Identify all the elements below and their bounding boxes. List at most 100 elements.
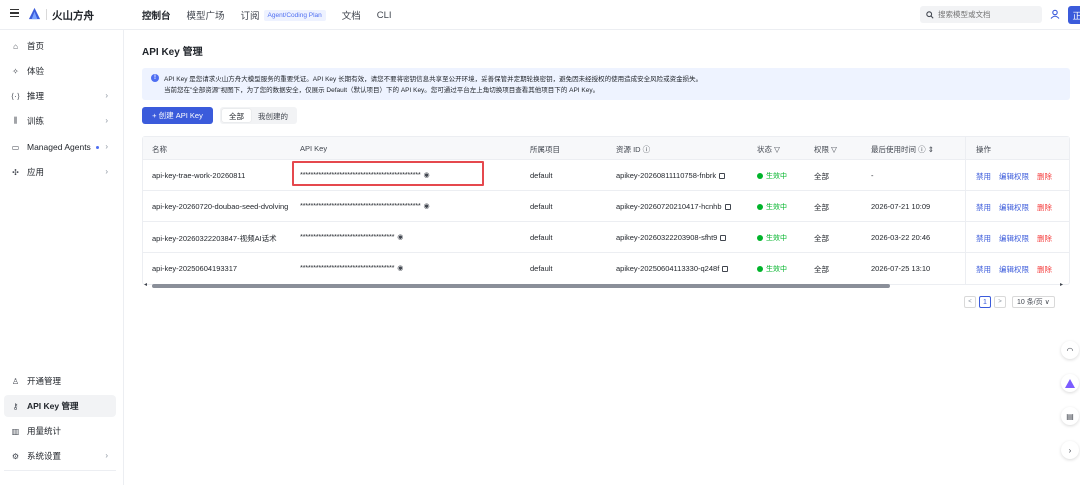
- user-switch-icon[interactable]: [1050, 9, 1060, 19]
- sidebar-item-usage[interactable]: ▥ 用量统计: [4, 420, 116, 442]
- col-permission[interactable]: 权限 ▽: [814, 144, 837, 155]
- page-title: API Key 管理: [142, 47, 203, 58]
- sidebar-item-activation[interactable]: ♙ 开通管理: [4, 370, 116, 392]
- row-permission: 全部: [814, 172, 829, 181]
- delete-button[interactable]: 删除: [1037, 172, 1052, 181]
- top-bar: 火山方舟 控制台 模型广场 订阅 Agent/Coding Plan 文档 CLI…: [0, 0, 1080, 30]
- disable-button[interactable]: 禁用: [976, 234, 991, 243]
- row-project: default: [530, 233, 553, 242]
- row-operations: 禁用 编辑权限 删除: [976, 233, 1060, 244]
- user-icon: ♙: [11, 376, 20, 386]
- eye-icon[interactable]: ◉: [423, 171, 429, 179]
- eye-icon[interactable]: ◉: [423, 202, 429, 210]
- table-row: api-key-20250604193317 *****************…: [143, 253, 1069, 284]
- row-last-used: -: [871, 171, 874, 180]
- chevron-right-icon: ›: [105, 142, 108, 151]
- status-check-icon: [757, 266, 763, 273]
- col-resource-id: 资源 ID ⓘ: [616, 145, 651, 154]
- nav-item-subscription[interactable]: 订阅 Agent/Coding Plan: [241, 8, 326, 22]
- notice-banner: ! API Key 是您请求火山方舟大模型服务的重要凭证。API Key 长期有…: [142, 68, 1070, 100]
- nav-item-model-square[interactable]: 模型广场: [187, 8, 225, 22]
- table-header: 名称 API Key 所属项目 资源 ID ⓘ 状态 ▽ 权限 ▽ 最后使用时间…: [143, 137, 1069, 160]
- delete-button[interactable]: 删除: [1037, 234, 1052, 243]
- notice-line-2: 当前您在"全部资源"视图下，为了您的数据安全，仅展示 Default（默认项目）…: [164, 87, 600, 94]
- chevron-right-icon: ›: [105, 451, 108, 460]
- sidebar-item-api-key[interactable]: ⚷ API Key 管理: [4, 395, 116, 417]
- logo-divider: [46, 9, 47, 20]
- scroll-left-icon[interactable]: ◂: [144, 281, 147, 288]
- sidebar-item-home[interactable]: ⌂ 首页: [4, 35, 116, 57]
- eye-icon[interactable]: ◉: [397, 233, 403, 241]
- col-status[interactable]: 状态 ▽: [757, 144, 780, 155]
- sidebar-item-apps[interactable]: ✣ 应用 ›: [4, 161, 116, 183]
- row-status: 生效中: [757, 264, 787, 274]
- scroll-right-icon[interactable]: ▸: [1060, 281, 1063, 288]
- info-icon: !: [151, 74, 159, 82]
- home-icon: ⌂: [13, 41, 18, 51]
- menu-icon[interactable]: [10, 9, 19, 17]
- expand-icon[interactable]: ›: [1061, 441, 1079, 459]
- row-project: default: [530, 171, 553, 180]
- row-permission: 全部: [814, 234, 829, 243]
- next-page-button[interactable]: >: [994, 296, 1006, 308]
- delete-button[interactable]: 删除: [1037, 265, 1052, 274]
- search-input[interactable]: [938, 10, 1038, 19]
- prev-page-button[interactable]: <: [964, 296, 976, 308]
- edit-permission-button[interactable]: 编辑权限: [999, 265, 1029, 274]
- row-resource-id: apikey-20260720210417-hcnhb: [616, 202, 731, 211]
- col-name: 名称: [152, 145, 167, 154]
- row-api-key: ************************************ ◉: [300, 232, 404, 241]
- delete-button[interactable]: 删除: [1037, 203, 1052, 212]
- sidebar-item-managed-agents[interactable]: ▭ Managed Agents ›: [4, 136, 116, 158]
- col-operations: 操作: [976, 145, 991, 154]
- search-icon: [926, 10, 934, 19]
- copy-icon[interactable]: [720, 235, 727, 242]
- row-resource-id: apikey-20260811110758-fnbrk: [616, 171, 726, 180]
- copy-icon[interactable]: [719, 173, 726, 180]
- horizontal-scrollbar[interactable]: ◂ ▸: [142, 281, 1070, 290]
- filter-segment: 全部 我创建的: [220, 107, 297, 124]
- chevron-right-icon: ›: [105, 116, 108, 125]
- page-1-button[interactable]: 1: [979, 296, 991, 308]
- avatar[interactable]: 正: [1068, 6, 1080, 24]
- sidebar-divider: [4, 470, 116, 471]
- disable-button[interactable]: 禁用: [976, 172, 991, 181]
- row-status: 生效中: [757, 202, 787, 212]
- filter-all[interactable]: 全部: [222, 109, 251, 122]
- col-api-key: API Key: [300, 144, 328, 153]
- nav-item-cli[interactable]: CLI: [377, 10, 392, 21]
- row-name: api-key-20260720-doubao-seed-dvolving: [152, 202, 289, 211]
- copy-icon[interactable]: [724, 204, 731, 211]
- disable-button[interactable]: 禁用: [976, 203, 991, 212]
- nav-item-console[interactable]: 控制台: [142, 8, 171, 22]
- col-last-used[interactable]: 最后使用时间 ⓘ ⇕: [871, 144, 934, 155]
- edit-permission-button[interactable]: 编辑权限: [999, 203, 1029, 212]
- nav-item-docs[interactable]: 文档: [342, 8, 361, 22]
- column-separator: [965, 191, 966, 221]
- scroll-thumb[interactable]: [152, 284, 890, 288]
- sidebar-item-inference[interactable]: ⟨·⟩ 推理 ›: [4, 85, 116, 107]
- row-last-used: 2026-03-22 20:46: [871, 233, 931, 242]
- sidebar-item-experience[interactable]: ✧ 体验: [4, 60, 116, 82]
- search-box[interactable]: [920, 6, 1042, 23]
- key-icon: ⚷: [12, 401, 19, 411]
- copy-icon[interactable]: [722, 266, 729, 273]
- create-api-key-button[interactable]: + 创建 API Key: [142, 107, 213, 124]
- edit-permission-button[interactable]: 编辑权限: [999, 234, 1029, 243]
- table-row: api-key-20260720-doubao-seed-dvolving **…: [143, 191, 1069, 222]
- sidebar-item-training[interactable]: ⫼ 训练 ›: [4, 110, 116, 132]
- row-api-key: ****************************************…: [300, 170, 430, 179]
- row-permission: 全部: [814, 203, 829, 212]
- disable-button[interactable]: 禁用: [976, 265, 991, 274]
- sidebar-item-settings[interactable]: ⚙ 系统设置 ›: [4, 445, 116, 467]
- headset-icon[interactable]: ◠: [1061, 341, 1079, 359]
- page-size-select[interactable]: 10 条/页 ∨: [1012, 296, 1055, 308]
- row-operations: 禁用 编辑权限 删除: [976, 264, 1060, 275]
- notice-line-1: API Key 是您请求火山方舟大模型服务的重要凭证。API Key 长期有效，…: [164, 76, 703, 83]
- api-key-table: 名称 API Key 所属项目 资源 ID ⓘ 状态 ▽ 权限 ▽ 最后使用时间…: [142, 136, 1070, 285]
- edit-permission-button[interactable]: 编辑权限: [999, 172, 1029, 181]
- feedback-icon[interactable]: ▤: [1061, 407, 1079, 425]
- eye-icon[interactable]: ◉: [397, 264, 403, 272]
- assistant-icon[interactable]: [1061, 374, 1079, 392]
- filter-mine[interactable]: 我创建的: [251, 109, 295, 122]
